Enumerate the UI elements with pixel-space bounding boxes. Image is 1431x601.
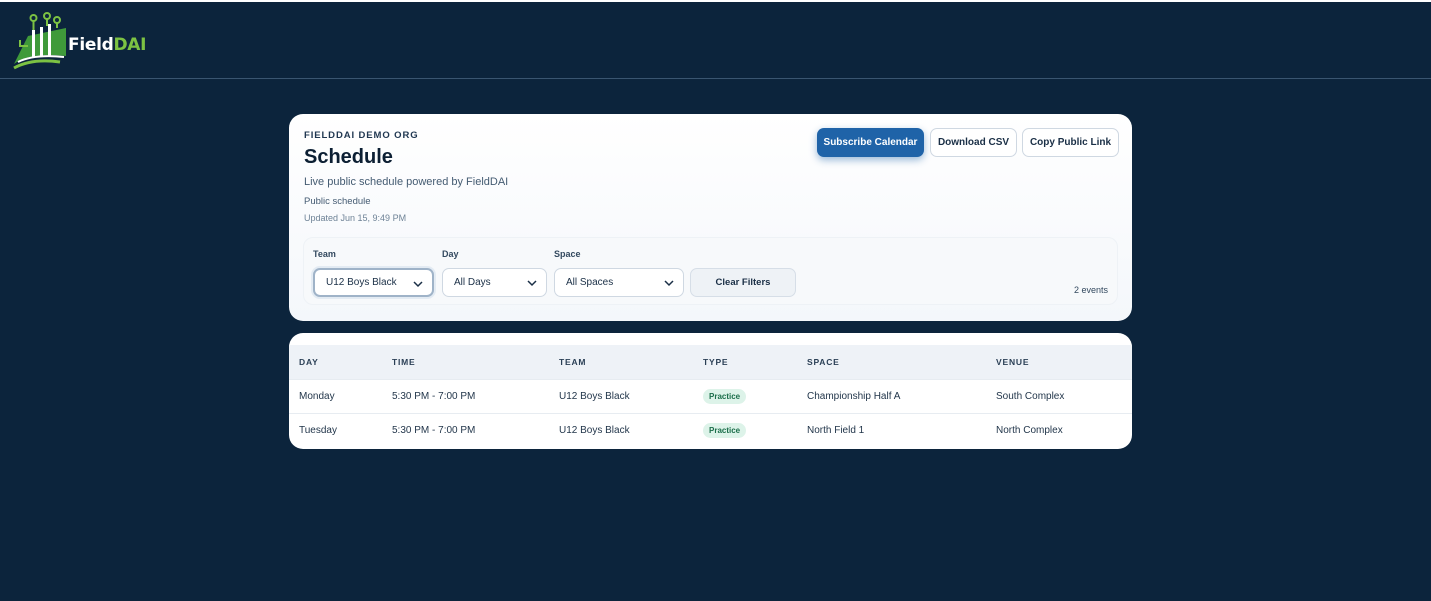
cell-type: Practice bbox=[693, 379, 797, 413]
column-header-day[interactable]: DAY bbox=[289, 345, 382, 379]
cell-space: Championship Half A bbox=[807, 390, 901, 402]
column-header-team[interactable]: TEAM bbox=[549, 345, 693, 379]
updated-timestamp: Updated Jun 15, 9:49 PM bbox=[304, 213, 407, 223]
chevron-down-icon bbox=[664, 280, 674, 287]
field-logo-icon bbox=[13, 12, 66, 70]
top-bar: FieldDAI bbox=[0, 0, 1431, 79]
download-csv-button[interactable]: Download CSV bbox=[930, 128, 1017, 157]
team-select-value: U12 Boys Black bbox=[326, 277, 397, 288]
visibility-label: Public schedule bbox=[304, 196, 371, 207]
cell-time: 5:30 PM - 7:00 PM bbox=[392, 390, 476, 402]
cell-space: North Field 1 bbox=[807, 424, 865, 436]
clear-filters-button[interactable]: Clear Filters bbox=[690, 268, 796, 297]
day-filter-label: Day bbox=[442, 249, 459, 259]
cell-venue: South Complex bbox=[996, 390, 1065, 402]
org-name: FIELDDAI DEMO ORG bbox=[304, 130, 419, 141]
page-title: Schedule bbox=[304, 146, 393, 168]
brand-name: FieldDAI bbox=[68, 35, 146, 55]
space-select[interactable]: All Spaces bbox=[554, 268, 684, 297]
schedule-table: DAY TIME TEAM TYPE SPACE VENUE Monday 5:… bbox=[289, 345, 1132, 447]
cell-day: Tuesday bbox=[299, 424, 337, 436]
cell-venue: North Complex bbox=[996, 424, 1063, 436]
brand-name-main: Field bbox=[68, 35, 114, 55]
type-badge: Practice bbox=[703, 422, 747, 438]
column-header-time[interactable]: TIME bbox=[382, 345, 549, 379]
type-badge: Practice bbox=[703, 388, 747, 404]
table-row[interactable]: Monday 5:30 PM - 7:00 PM U12 Boys Black … bbox=[289, 379, 1132, 413]
day-select-value: All Days bbox=[454, 277, 491, 288]
column-header-space[interactable]: SPACE bbox=[797, 345, 986, 379]
team-filter-label: Team bbox=[313, 249, 336, 259]
space-select-value: All Spaces bbox=[566, 277, 614, 288]
cell-day: Monday bbox=[299, 390, 335, 402]
cell-type: Practice bbox=[693, 413, 797, 447]
space-filter-label: Space bbox=[554, 249, 581, 259]
cell-team: U12 Boys Black bbox=[559, 390, 630, 402]
column-header-type[interactable]: TYPE bbox=[693, 345, 797, 379]
subscribe-calendar-button[interactable]: Subscribe Calendar bbox=[817, 128, 924, 157]
cell-team: U12 Boys Black bbox=[559, 424, 630, 436]
page-subtitle: Live public schedule powered by FieldDAI bbox=[304, 176, 509, 188]
table-row[interactable]: Tuesday 5:30 PM - 7:00 PM U12 Boys Black… bbox=[289, 413, 1132, 447]
schedule-table-card: DAY TIME TEAM TYPE SPACE VENUE Monday 5:… bbox=[289, 333, 1132, 449]
brand-name-accent: DAI bbox=[113, 35, 147, 55]
schedule-header-card: FIELDDAI DEMO ORG Schedule Live public s… bbox=[289, 114, 1132, 321]
copy-public-link-button[interactable]: Copy Public Link bbox=[1022, 128, 1119, 157]
day-select[interactable]: All Days bbox=[442, 268, 547, 297]
chevron-down-icon bbox=[413, 281, 423, 288]
fielddai-logo[interactable]: FieldDAI bbox=[10, 12, 160, 72]
team-select[interactable]: U12 Boys Black bbox=[313, 268, 434, 297]
filters-panel: Team U12 Boys Black Day All Days Space A… bbox=[303, 237, 1118, 305]
table-header-row: DAY TIME TEAM TYPE SPACE VENUE bbox=[289, 345, 1132, 379]
cell-time: 5:30 PM - 7:00 PM bbox=[392, 424, 476, 436]
column-header-venue[interactable]: VENUE bbox=[986, 345, 1132, 379]
chevron-down-icon bbox=[527, 280, 537, 287]
event-count: 2 events bbox=[1073, 285, 1108, 295]
